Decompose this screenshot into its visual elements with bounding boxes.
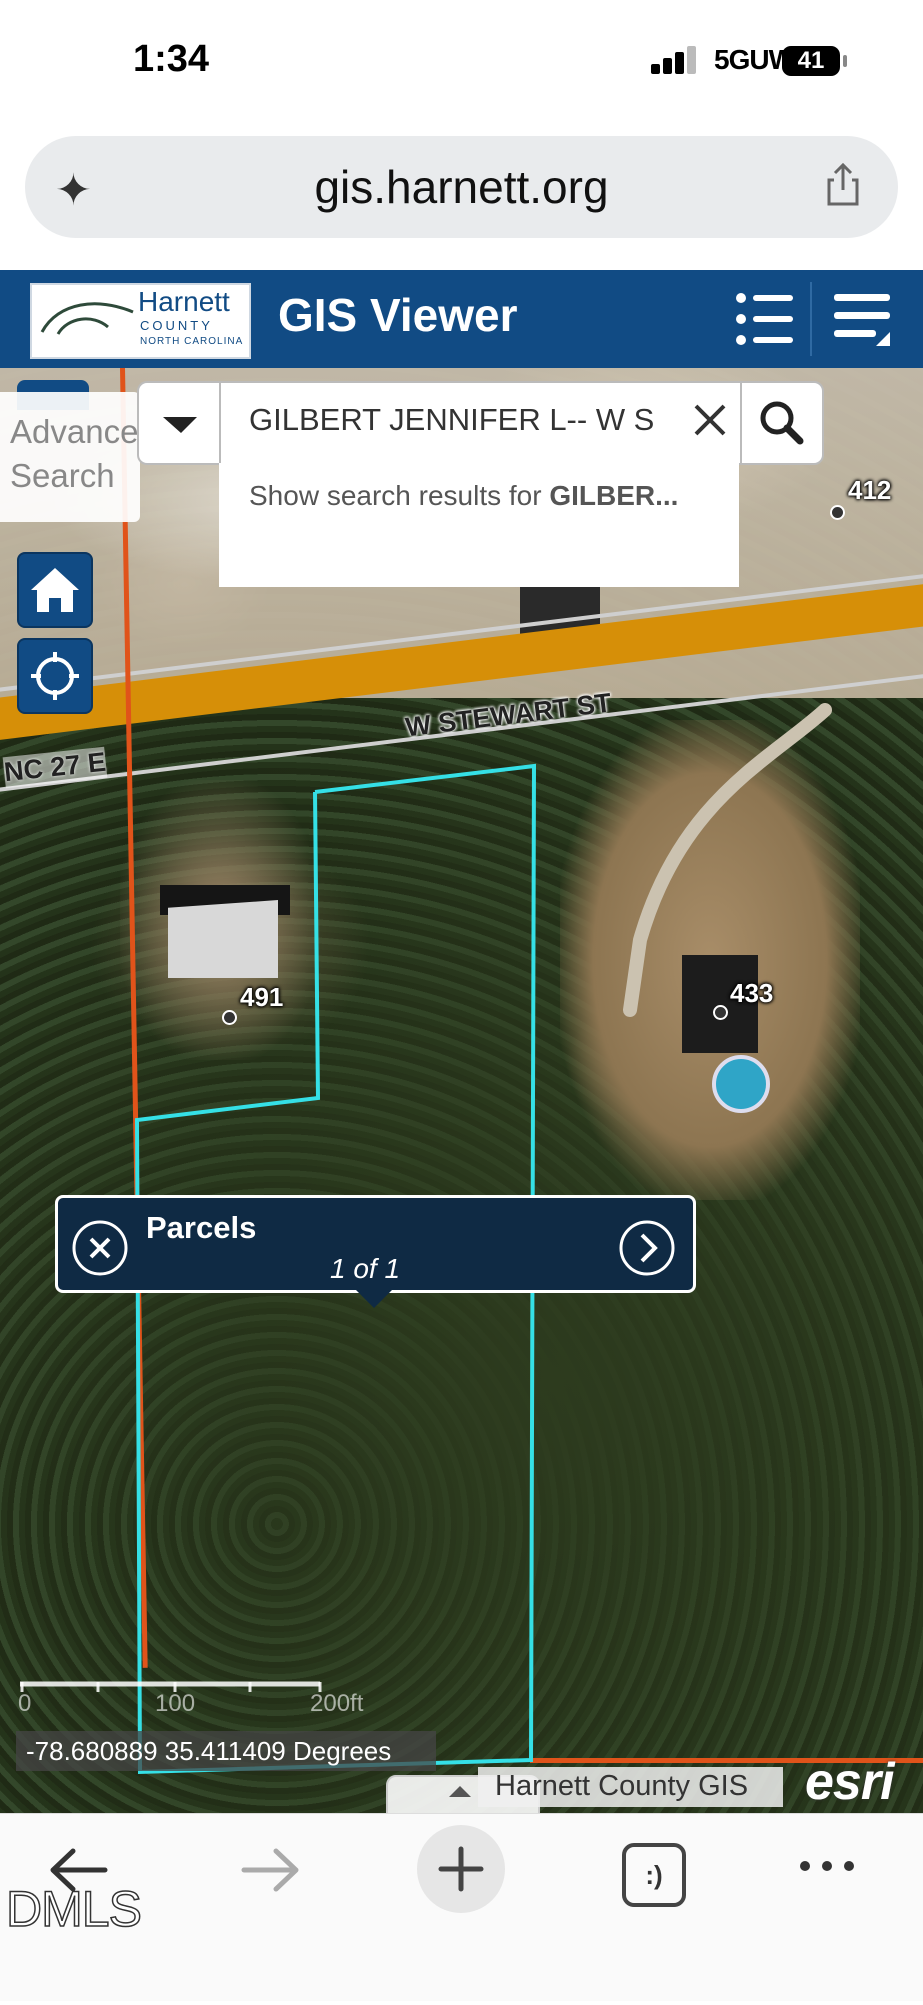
tabs-button[interactable]: :) [622,1843,686,1907]
watermark: DMLS [5,1880,142,1938]
popup-pointer [352,1286,396,1308]
plus-icon [438,1846,484,1892]
home-button[interactable] [17,552,93,628]
map-attribution: Harnett County GIS [495,1770,749,1802]
coordinates-readout: -78.680889 35.411409 Degrees [26,1736,392,1766]
scale-label: 0 [18,1690,32,1717]
header-divider [810,282,812,356]
suggestion-term: GILBER... [549,480,679,511]
logo-county: COUNTY [140,318,213,333]
locate-button[interactable] [17,638,93,714]
chevron-up-icon [449,1786,471,1797]
advanced-search-label: Advanced Search [10,413,157,494]
crosshair-icon [31,652,79,700]
forward-arrow-icon[interactable] [238,1845,304,1900]
popup-title: Parcels [146,1210,257,1245]
esri-logo[interactable]: esri [805,1752,895,1812]
chevron-right-icon[interactable] [617,1218,677,1283]
logo-name: Harnett [138,286,230,317]
chevron-down-icon [163,417,197,433]
scale-label: 100 [155,1690,196,1717]
logo-swoosh-icon [38,292,138,347]
scale-label: 200ft [310,1690,364,1717]
app-title: GIS Viewer [278,289,518,341]
new-tab-button[interactable] [417,1825,505,1913]
home-icon [31,568,79,612]
close-icon[interactable] [688,398,732,447]
menu-icon[interactable] [832,288,894,355]
more-icon[interactable] [797,1856,857,1881]
logo-state: NORTH CAROLINA [140,336,244,347]
suggestion-prefix: Show search results for [249,480,550,511]
search-button[interactable] [740,381,824,465]
search-source-dropdown[interactable] [137,381,221,465]
search-icon [760,401,804,445]
popup-count: 1 of 1 [330,1253,401,1284]
layer-list-icon[interactable] [733,288,795,355]
close-icon[interactable] [70,1218,130,1283]
search-suggestion-item[interactable]: Show search results for GILBER... [249,480,678,512]
search-input-value[interactable]: GILBERT JENNIFER L-- W S [249,402,679,438]
